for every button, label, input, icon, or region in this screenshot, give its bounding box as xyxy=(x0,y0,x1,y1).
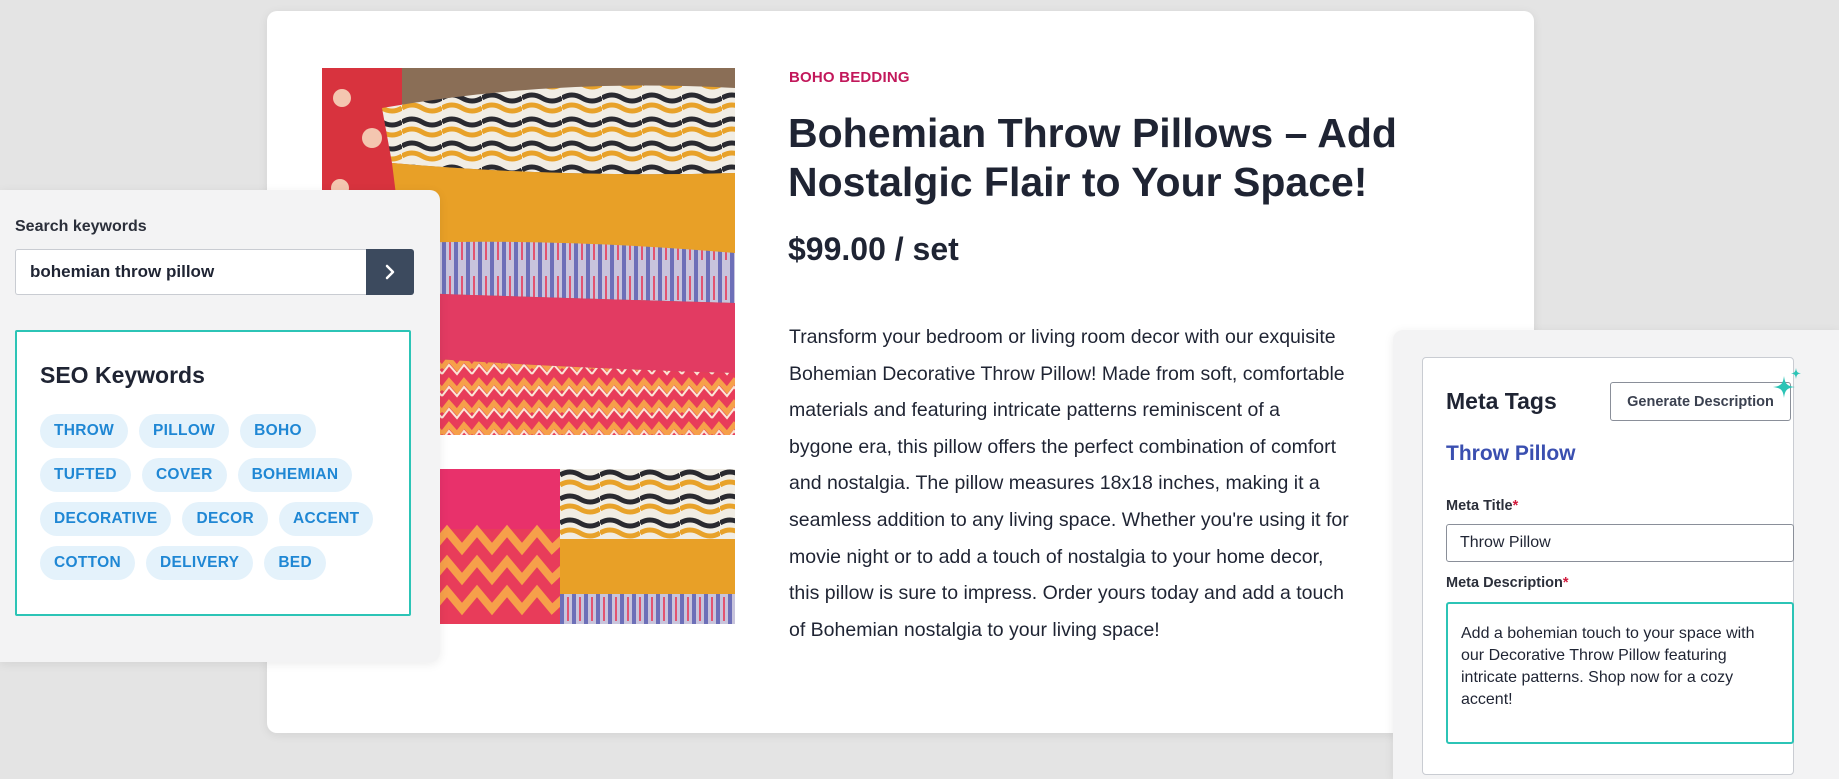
keyword-tag[interactable]: COVER xyxy=(141,458,227,492)
product-card: BOHO BEDDING Bohemian Throw Pillows – Ad… xyxy=(267,11,1534,733)
keyword-search-panel: Search keywords SEO Keywords THROW PILLO… xyxy=(0,190,440,662)
meta-description-label: Meta Description* xyxy=(1446,575,1569,591)
meta-tags-card: Meta Tags Generate Description Throw Pil… xyxy=(1422,357,1801,775)
meta-product-name: Throw Pillow xyxy=(1446,442,1576,465)
product-description: Transform your bedroom or living room de… xyxy=(789,326,1349,641)
meta-description-input[interactable]: Add a bohemian touch to your space with … xyxy=(1446,602,1794,744)
product-price: $99.00 / set xyxy=(788,231,959,267)
product-thumbnail-2[interactable] xyxy=(560,469,735,624)
keyword-tag[interactable]: THROW xyxy=(40,414,129,448)
keyword-tag[interactable]: COTTON xyxy=(40,546,135,580)
search-keywords-label: Search keywords xyxy=(15,218,147,235)
product-thumbnail-1[interactable] xyxy=(432,469,571,624)
keyword-tag[interactable]: DELIVERY xyxy=(145,546,254,580)
seo-keyword-list: THROW PILLOW BOHO TUFTED COVER BOHEMIAN … xyxy=(40,414,380,580)
seo-keywords-title: SEO Keywords xyxy=(40,362,205,388)
keyword-tag[interactable]: ACCENT xyxy=(278,502,374,536)
keyword-tag[interactable]: DECORATIVE xyxy=(40,502,172,536)
sparkle-icon xyxy=(1773,368,1801,398)
generate-description-button[interactable]: Generate Description xyxy=(1610,382,1791,421)
keyword-tag[interactable]: BOHEMIAN xyxy=(237,458,353,492)
search-keywords-input[interactable] xyxy=(15,249,366,295)
product-title: Bohemian Throw Pillows – Add Nostalgic F… xyxy=(788,110,1397,205)
meta-tags-panel: Meta Tags Generate Description Throw Pil… xyxy=(1393,330,1839,779)
meta-title-input[interactable] xyxy=(1446,524,1794,562)
required-marker: * xyxy=(1512,498,1519,514)
search-submit-button[interactable] xyxy=(366,249,414,295)
keyword-tag[interactable]: TUFTED xyxy=(40,458,131,492)
product-category[interactable]: BOHO BEDDING xyxy=(789,69,910,86)
meta-title-label: Meta Title* xyxy=(1446,498,1519,514)
keyword-tag[interactable]: BED xyxy=(264,546,326,580)
required-marker: * xyxy=(1562,575,1569,591)
seo-keywords-box: SEO Keywords THROW PILLOW BOHO TUFTED CO… xyxy=(15,330,411,616)
keyword-tag[interactable]: DECOR xyxy=(182,502,268,536)
chevron-right-icon xyxy=(385,264,395,280)
keyword-tag[interactable]: PILLOW xyxy=(139,414,230,448)
meta-tags-title: Meta Tags xyxy=(1446,388,1557,414)
keyword-tag[interactable]: BOHO xyxy=(240,414,316,448)
